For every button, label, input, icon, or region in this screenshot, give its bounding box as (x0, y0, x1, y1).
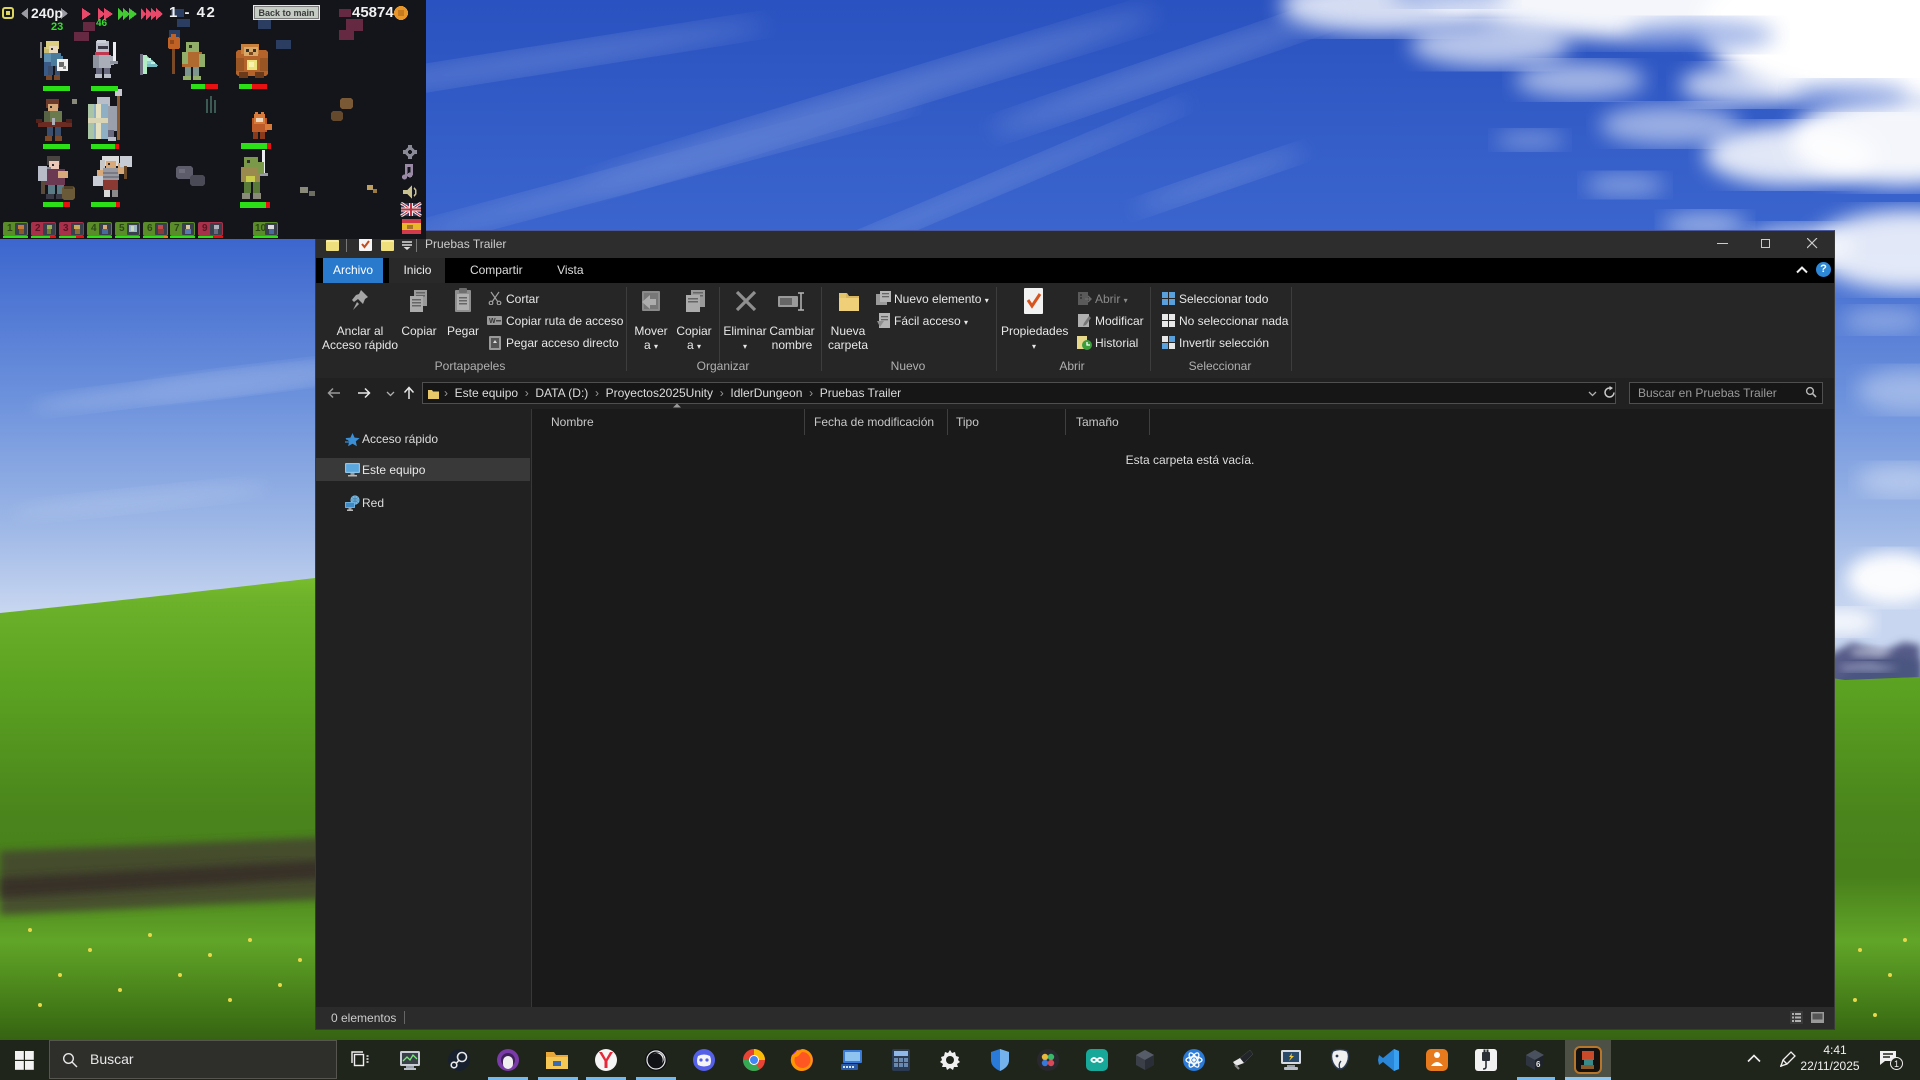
svg-text:6: 6 (1536, 1060, 1541, 1069)
svg-text:W: W (489, 318, 496, 325)
